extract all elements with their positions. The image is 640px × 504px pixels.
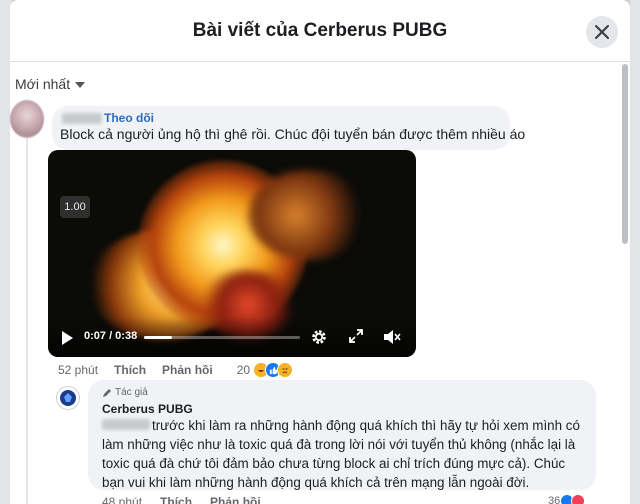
close-button[interactable]	[586, 16, 618, 48]
reply-author-name[interactable]: Cerberus PUBG	[102, 402, 193, 416]
playback-speed-badge[interactable]: 1.00	[60, 196, 90, 218]
background-page-right	[630, 0, 640, 504]
speaker-muted-icon	[384, 330, 401, 344]
page-avatar[interactable]	[56, 386, 80, 410]
reply-meta: 48 phút Thích Phản hồi	[102, 495, 279, 504]
sort-label: Mới nhất	[15, 76, 71, 92]
reply-love-reaction-icon	[571, 494, 586, 504]
thread-line	[26, 130, 28, 504]
reply-text: trước khi làm ra những hành động quá khí…	[102, 418, 580, 490]
video-progress-fill	[144, 336, 173, 339]
comment-meta: 52 phút Thích Phản hồi 20	[58, 362, 294, 378]
commenter-name-blurred[interactable]	[62, 113, 102, 124]
settings-button[interactable]	[310, 328, 328, 351]
reaction-icons[interactable]	[253, 362, 294, 378]
cerberus-logo-icon	[60, 390, 76, 406]
fullscreen-button[interactable]	[348, 328, 364, 349]
sad-reaction-icon	[277, 362, 294, 378]
comment-video[interactable]: 1.00 0:07 / 0:38	[48, 150, 416, 357]
reply-time[interactable]: 48 phút	[102, 495, 142, 504]
comment-time[interactable]: 52 phút	[58, 363, 98, 377]
scrollbar[interactable]	[622, 64, 628, 504]
modal-title: Bài viết của Cerberus PUBG	[192, 20, 448, 41]
comment-text: Block cả người ủng hộ thì ghê rồi. Chúc …	[60, 126, 526, 142]
follow-link[interactable]: Theo dõi	[104, 111, 154, 125]
video-frame-fire-right	[248, 170, 368, 260]
reply-reactions[interactable]: 36	[548, 494, 586, 504]
play-button[interactable]	[60, 330, 74, 351]
reply-reply-button[interactable]: Phản hồi	[210, 495, 261, 504]
commenter-avatar[interactable]	[10, 100, 44, 138]
mute-button[interactable]	[382, 328, 402, 351]
pencil-icon	[103, 388, 111, 397]
sort-dropdown[interactable]: Mới nhất	[15, 76, 86, 92]
reaction-count[interactable]: 20	[237, 363, 250, 377]
gear-icon	[312, 330, 326, 344]
play-icon	[62, 331, 73, 345]
scrollbar-thumb[interactable]	[622, 64, 628, 244]
modal-header: Bài viết của Cerberus PUBG	[10, 0, 630, 62]
expand-icon	[349, 329, 363, 343]
caret-down-icon	[75, 82, 86, 88]
video-time: 0:07 / 0:38	[84, 330, 138, 342]
reply-button[interactable]: Phản hồi	[162, 363, 213, 377]
video-progress-bar[interactable]	[144, 336, 300, 339]
close-icon	[595, 25, 609, 39]
reply-like-button[interactable]: Thích	[160, 495, 192, 504]
like-button[interactable]: Thích	[114, 363, 146, 377]
author-badge-label: Tác giả	[115, 387, 148, 398]
reply-reaction-count: 36	[548, 495, 561, 504]
author-badge: Tác giả	[102, 387, 148, 398]
